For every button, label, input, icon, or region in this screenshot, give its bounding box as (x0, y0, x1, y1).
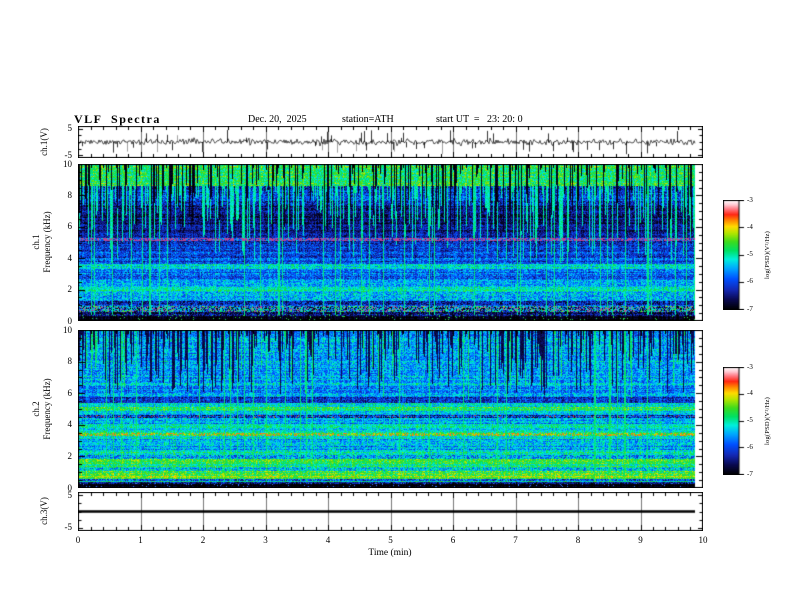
x-tick-label: 1 (138, 535, 143, 545)
ch1-wave-ytick: -5 (64, 149, 73, 160)
x-axis-label: Time (min) (368, 548, 412, 558)
ch1-spec-ytick: 4 (67, 252, 73, 263)
colorbar1-canvas (723, 200, 745, 310)
ch2-spectrogram-canvas (78, 330, 703, 488)
x-tick-label: 10 (698, 535, 708, 545)
colorbar2-tick: -4 (747, 389, 753, 398)
ch2-spec-ytick: 2 (67, 450, 73, 461)
x-tick-label: 2 (200, 535, 206, 545)
colorbar1-tick: -6 (747, 277, 753, 286)
x-tick-label: 3 (263, 535, 268, 545)
ch1-spec-ylabel-line2: Frequency (kHz) (42, 211, 52, 273)
ch2-spec-ylabel-line2: Frequency (kHz) (42, 378, 52, 440)
x-tick-label: 7 (513, 535, 518, 545)
colorbar2-label: log(PSD)(V²/Hz) (764, 397, 771, 445)
ch1-spectrogram-canvas (78, 164, 703, 321)
ch3-wave-ytick: 5 (67, 489, 73, 500)
ch2-spec-ytick: 10 (63, 324, 72, 335)
ch1-spec-ylabel-line1: ch.1 (31, 234, 41, 250)
colorbar1-tick: -7 (747, 304, 753, 313)
ch1-waveform-canvas (78, 126, 703, 158)
ch3-wave-ytick: -5 (64, 522, 73, 533)
header-station: station=ATH (342, 114, 394, 125)
header-date: Dec. 20, 2025 (248, 114, 307, 125)
x-tick-label: 8 (575, 535, 581, 545)
x-tick-label: 5 (388, 535, 393, 545)
x-tick-label: 0 (75, 535, 81, 545)
colorbar1-tick: -4 (747, 222, 753, 231)
ch2-spec-ylabel-line1: ch.2 (31, 401, 41, 417)
colorbar2-tick: -5 (747, 416, 753, 424)
ch1-spec-ytick: 2 (67, 284, 73, 295)
colorbar2-tick: -3 (747, 362, 753, 371)
ch1-wave-ytick: 5 (67, 123, 73, 134)
x-tick-label: 6 (450, 535, 456, 545)
x-tick-label: 9 (638, 535, 643, 545)
ch2-spec-ytick: 4 (67, 419, 73, 430)
header-start-ut: start UT = 23: 20: 0 (436, 114, 523, 125)
vlf-spectra-figure: VLF Spectra Dec. 20, 2025 station=ATH st… (0, 0, 792, 612)
colorbar2-tick: -6 (747, 442, 753, 451)
ch3-waveform-canvas (78, 492, 703, 531)
colorbar1-tick: -3 (747, 195, 753, 204)
colorbar2-tick: -7 (747, 469, 753, 478)
colorbar1-tick: -5 (747, 250, 753, 258)
ch1-spec-ylabel: ch.1 Frequency (kHz) (31, 187, 55, 297)
ch1-spec-ytick: 6 (67, 221, 73, 232)
figure-title: VLF Spectra (74, 112, 161, 126)
x-tick-label: 4 (325, 535, 331, 545)
ch2-spec-ylabel: ch.2 Frequency (kHz) (31, 354, 55, 464)
ch2-spec-ytick: 6 (67, 387, 73, 398)
colorbar2-canvas (723, 367, 745, 475)
ch1-spec-ytick: 8 (67, 189, 73, 200)
colorbar1-label: log(PSD)(V²/Hz) (764, 231, 771, 279)
ch2-spec-ytick: 8 (67, 356, 73, 367)
